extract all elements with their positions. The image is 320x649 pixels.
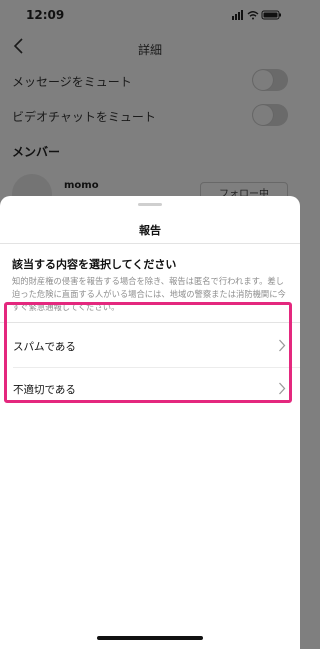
highlight-annotation (4, 302, 292, 403)
status-time: 12:09 (26, 8, 65, 22)
mute-messages-toggle[interactable] (252, 69, 288, 91)
member-name: momo (64, 180, 99, 191)
battery-icon (261, 10, 281, 20)
mute-video-chat-toggle[interactable] (252, 104, 288, 126)
members-heading: メンバー (12, 145, 61, 159)
toggle-knob (253, 70, 273, 90)
divider (0, 243, 300, 244)
mute-messages-row: メッセージをミュート (0, 66, 300, 96)
home-indicator (97, 636, 203, 640)
cellular-signal-icon (232, 10, 243, 20)
report-sheet: 報告 該当する内容を選択してください 知的財産権の侵害を報告する場合を除き、報告… (0, 196, 300, 649)
toggle-knob (253, 105, 273, 125)
status-icons (232, 10, 281, 20)
mute-messages-label: メッセージをミュート (12, 75, 132, 89)
mute-video-chat-label: ビデオチャットをミュート (12, 110, 156, 124)
page-title: 詳細 (137, 43, 162, 57)
prompt-heading: 該当する内容を選択してください (12, 258, 177, 271)
wifi-icon (247, 11, 259, 20)
sheet-title: 報告 (139, 224, 161, 237)
mute-video-chat-row: ビデオチャットをミュート (0, 101, 300, 131)
status-bar: 12:09 (0, 0, 300, 30)
sheet-grabber[interactable] (138, 203, 162, 206)
nav-bar: 詳細 (0, 32, 300, 62)
